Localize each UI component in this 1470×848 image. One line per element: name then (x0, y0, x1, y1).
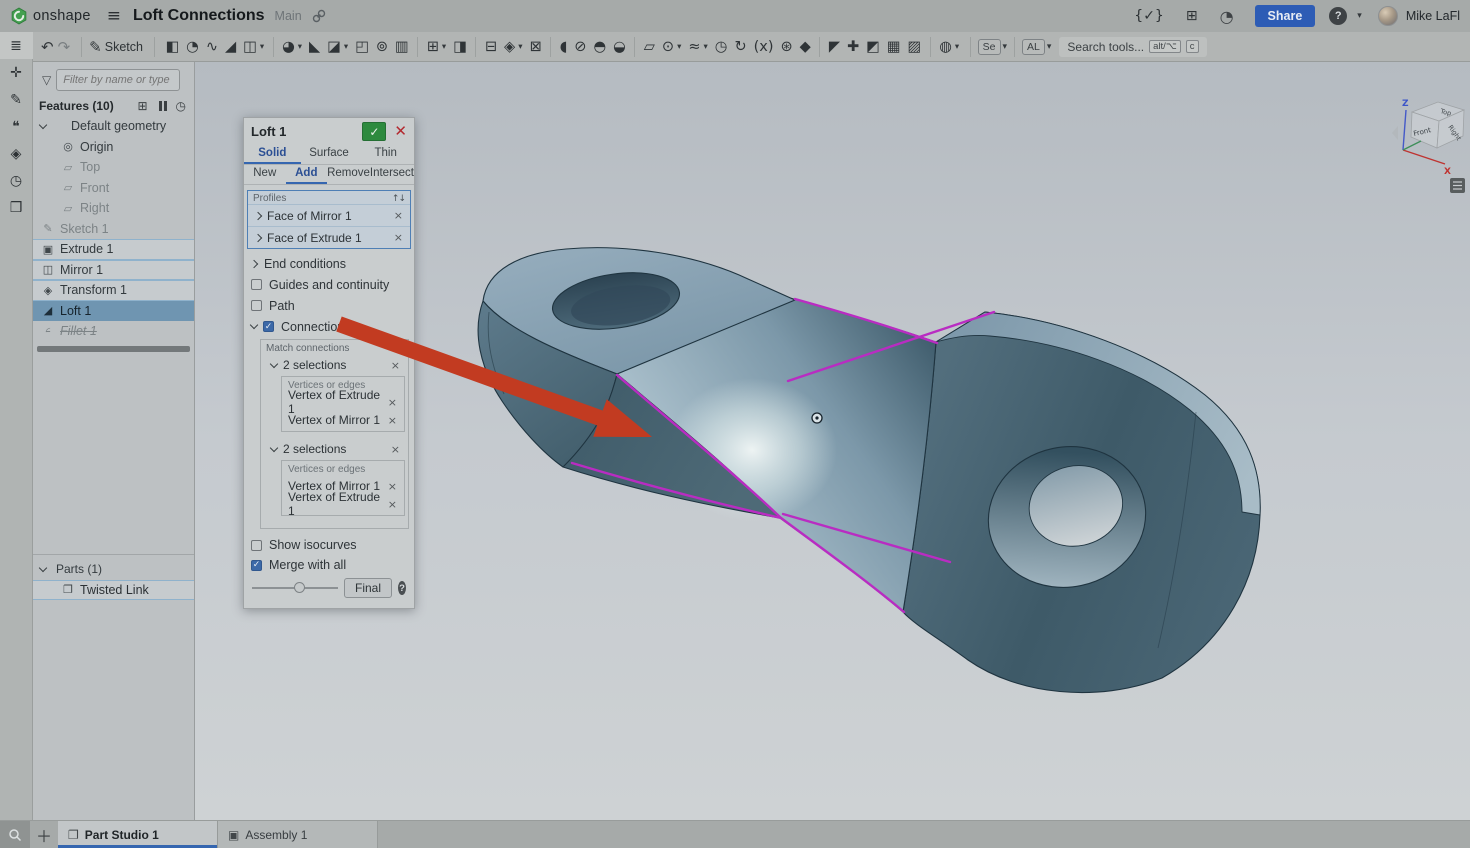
remove-group-icon[interactable]: × (389, 443, 402, 456)
preview-slider[interactable] (252, 581, 338, 595)
match-connections-label: Match connections (266, 343, 390, 354)
profiles-selection-box[interactable]: Profiles ↑↓ Face of Mirror 1 × Face of E… (247, 190, 411, 249)
add-tab-icon[interactable]: ＋ (30, 821, 58, 848)
loft-dialog: Loft 1 ✓ ✕ Solid Surface Thin New Add Re… (243, 117, 415, 609)
vertices-box: Vertices or edges Vertex of Mirror 1 × V… (281, 460, 405, 516)
guides-row[interactable]: Guides and continuity (247, 274, 411, 295)
vertex-item[interactable]: Vertex of Extrude 1 × (282, 393, 404, 411)
connection-group[interactable]: 2 selections × (261, 355, 408, 375)
end-conditions-row[interactable]: End conditions (247, 253, 411, 274)
dialog-header[interactable]: Loft 1 ✓ ✕ (244, 118, 414, 145)
connections-row[interactable]: ✓ Connections (247, 316, 411, 337)
remove-item-icon[interactable]: × (386, 396, 399, 409)
tab-surface[interactable]: Surface (301, 145, 358, 164)
connection-group[interactable]: 2 selections × (261, 439, 408, 459)
merge-checkbox[interactable]: ✓ (251, 560, 262, 571)
tab-search-icon[interactable] (0, 821, 30, 848)
tab-remove[interactable]: Remove (327, 165, 370, 184)
viewport-3d[interactable]: Top Front Right Z X (0, 0, 1470, 848)
merge-with-all-row[interactable]: ✓ Merge with all (247, 555, 411, 575)
connections-checkbox[interactable]: ✓ (263, 321, 274, 332)
assembly-icon: ▣ (228, 828, 239, 842)
cursor-target (812, 413, 822, 423)
tab-thin[interactable]: Thin (357, 145, 414, 164)
guides-checkbox[interactable] (251, 279, 262, 290)
cancel-button[interactable]: ✕ (394, 124, 407, 139)
tab-assembly[interactable]: ▣ Assembly 1 (218, 821, 378, 848)
remove-item-icon[interactable]: × (392, 209, 405, 222)
profile-item[interactable]: Face of Mirror 1 × (248, 204, 410, 226)
slider-handle[interactable] (294, 582, 305, 593)
boolean-tabs: New Add Remove Intersect (244, 165, 414, 185)
end-conditions-chevron-icon[interactable] (250, 259, 258, 267)
group-chevron-icon[interactable] (270, 443, 278, 451)
reorder-icon[interactable]: ↑↓ (392, 194, 405, 204)
connections-chevron-icon[interactable] (250, 321, 258, 329)
match-connections-box: Match connections ↑↓ 2 selections × Vert… (260, 339, 409, 529)
dialog-help-icon[interactable]: ? (398, 581, 406, 595)
axis-z-label: Z (1402, 99, 1409, 109)
tab-new[interactable]: New (244, 165, 286, 184)
remove-item-icon[interactable]: × (386, 414, 399, 427)
group-chevron-icon[interactable] (270, 359, 278, 367)
vertices-label: Vertices or edges (282, 463, 404, 477)
vertex-item[interactable]: Vertex of Extrude 1 × (282, 495, 404, 513)
profile-item[interactable]: Face of Extrude 1 × (248, 226, 410, 248)
axis-x-label: X (1444, 167, 1451, 177)
remove-item-icon[interactable]: × (386, 498, 399, 511)
vertex-item[interactable]: Vertex of Mirror 1 × (282, 411, 404, 429)
dialog-title: Loft 1 (251, 124, 362, 139)
part-studio-icon: ❐ (68, 828, 79, 842)
item-chevron-icon[interactable] (254, 233, 262, 241)
body-type-tabs: Solid Surface Thin (244, 145, 414, 165)
view-cube-menu-icon[interactable] (1450, 178, 1465, 193)
item-chevron-icon[interactable] (254, 211, 262, 219)
remove-group-icon[interactable]: × (389, 359, 402, 372)
reorder-icon[interactable]: ↑↓ (390, 344, 403, 354)
profiles-label: Profiles (253, 193, 392, 204)
tab-part-studio[interactable]: ❐ Part Studio 1 (58, 821, 218, 848)
remove-item-icon[interactable]: × (392, 231, 405, 244)
remove-item-icon[interactable]: × (386, 480, 399, 493)
bottom-tabs-bar: ＋ ❐ Part Studio 1 ▣ Assembly 1 (0, 820, 1470, 848)
vertices-box: Vertices or edges Vertex of Extrude 1 × … (281, 376, 405, 432)
path-checkbox[interactable] (251, 300, 262, 311)
tab-add[interactable]: Add (286, 165, 328, 184)
tab-intersect[interactable]: Intersect (370, 165, 414, 184)
show-isocurves-row[interactable]: Show isocurves (247, 535, 411, 555)
confirm-button[interactable]: ✓ (362, 122, 386, 141)
final-button[interactable]: Final (344, 578, 392, 598)
show-isocurves-checkbox[interactable] (251, 540, 262, 551)
tab-solid[interactable]: Solid (244, 145, 301, 164)
path-row[interactable]: Path (247, 295, 411, 316)
